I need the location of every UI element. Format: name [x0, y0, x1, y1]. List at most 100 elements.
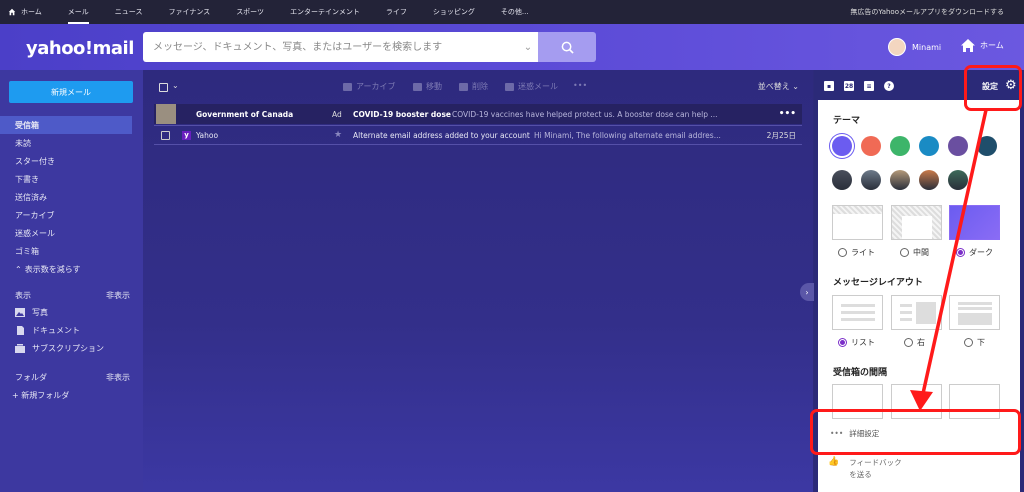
show-less-label: 表示数を減らす — [24, 264, 81, 274]
feedback-line1: フィードバック — [849, 458, 902, 467]
folders-hide-toggle[interactable]: 非表示 — [106, 372, 130, 383]
layout-right-radio[interactable]: 右 — [904, 337, 925, 348]
ad-badge: Ad — [332, 109, 342, 119]
mode-medium-radio[interactable]: 中間 — [900, 247, 929, 258]
sidebar-item-subscriptions[interactable]: サブスクリプション — [15, 343, 104, 354]
topnav-more[interactable]: その他... — [501, 0, 529, 24]
sidebar-item-archive[interactable]: アーカイブ — [0, 206, 143, 224]
mode-dark-radio[interactable]: ダーク — [956, 247, 993, 258]
theme-swatch[interactable] — [948, 136, 968, 156]
layout-right-preview[interactable] — [891, 295, 942, 330]
theme-photo-swatch[interactable] — [832, 170, 852, 190]
theme-medium-preview[interactable] — [891, 205, 942, 240]
view-section-header: 表示 非表示 — [15, 290, 130, 301]
theme-photo-swatch[interactable] — [861, 170, 881, 190]
rail-icons: ▪ 28 ≡ ? — [824, 81, 904, 91]
theme-swatch[interactable] — [861, 136, 881, 156]
view-hide-toggle[interactable]: 非表示 — [106, 290, 130, 301]
topnav-shopping[interactable]: ショッピング — [433, 0, 475, 24]
layout-list-preview[interactable] — [832, 295, 883, 330]
collapse-panel-button[interactable]: › — [800, 283, 814, 301]
topnav-news[interactable]: ニュース — [115, 0, 143, 24]
sort-button[interactable]: 並べ替え ⌄ — [758, 81, 799, 92]
help-icon[interactable]: ? — [884, 81, 894, 91]
photos-label: 写真 — [32, 308, 48, 317]
yahoo-mail-logo[interactable]: yahoo!mail — [26, 38, 134, 59]
theme-photo-swatch[interactable] — [919, 170, 939, 190]
sidebar-item-starred[interactable]: スター付き — [0, 152, 143, 170]
mail-checkbox[interactable] — [161, 131, 170, 140]
sidebar-item-unread[interactable]: 未読 — [0, 134, 143, 152]
sidebar: 新規メール 受信箱 未読 スター付き 下書き 送信済み アーカイブ 迷惑メール … — [0, 70, 143, 492]
list-item[interactable]: y Yahoo ★ Alternate email address added … — [154, 125, 802, 145]
topnav-mail[interactable]: メール — [67, 0, 89, 24]
theme-swatch[interactable] — [832, 136, 852, 156]
more-actions-button[interactable]: ••• — [573, 81, 587, 90]
compose-button[interactable]: 新規メール — [9, 81, 133, 103]
theme-swatch[interactable] — [919, 136, 939, 156]
layout-bottom-preview[interactable] — [949, 295, 1000, 330]
folder-move-icon — [413, 82, 422, 91]
move-button[interactable]: 移動 — [413, 81, 442, 92]
folder-list: 受信箱 未読 スター付き 下書き 送信済み アーカイブ 迷惑メール ゴミ箱 ⌃ 表… — [0, 116, 143, 278]
sidebar-item-documents[interactable]: ドキュメント — [15, 325, 80, 336]
sidebar-item-inbox[interactable]: 受信箱 — [0, 116, 132, 134]
ad-more-button[interactable]: ••• — [779, 109, 796, 119]
select-all-checkbox[interactable] — [159, 83, 168, 92]
topnav-finance[interactable]: ファイナンス — [168, 0, 210, 24]
spam-button[interactable]: 迷惑メール — [505, 81, 558, 92]
subscription-icon — [15, 344, 25, 353]
delete-label: 削除 — [472, 82, 488, 91]
mode-medium-label: 中間 — [913, 248, 929, 257]
mode-light-radio[interactable]: ライト — [838, 247, 875, 258]
archive-button[interactable]: アーカイブ — [343, 81, 396, 92]
archive-label: アーカイブ — [356, 82, 396, 91]
chevron-up-icon: ⌃ — [15, 264, 22, 274]
user-name: Minami — [912, 42, 942, 52]
app-download-link[interactable]: 無広告のYahooメールアプリをダウンロードする — [850, 0, 1004, 24]
topnav-sports[interactable]: スポーツ — [236, 0, 264, 24]
search-input[interactable] — [143, 33, 518, 61]
top-navigation: ホーム メール ニュース ファイナンス スポーツ エンターテインメント ライフ … — [0, 0, 1024, 24]
theme-photo-swatch[interactable] — [890, 170, 910, 190]
chevron-down-icon[interactable]: ⌄ — [518, 42, 538, 53]
theme-photo-swatch[interactable] — [948, 170, 968, 190]
theme-swatch[interactable] — [977, 136, 997, 156]
theme-dark-preview[interactable] — [949, 205, 1000, 240]
sidebar-item-spam[interactable]: 迷惑メール — [0, 224, 143, 242]
contacts-icon[interactable]: ▪ — [824, 81, 834, 91]
list-item-ad[interactable]: Government of Canada Ad COVID-19 booster… — [154, 104, 802, 124]
topnav-entertainment[interactable]: エンターテインメント — [290, 0, 360, 24]
topnav-life[interactable]: ライフ — [386, 0, 407, 24]
header: yahoo!mail ⌄ Minami ホーム — [0, 24, 1024, 70]
topnav-home[interactable]: ホーム — [8, 0, 42, 24]
mail-subject: Alternate email address added to your ac… — [353, 130, 530, 140]
select-dropdown-icon[interactable]: ⌄ — [172, 81, 179, 90]
sidebar-item-trash[interactable]: ゴミ箱 — [0, 242, 143, 260]
theme-swatch[interactable] — [890, 136, 910, 156]
sidebar-item-show-less[interactable]: ⌃ 表示数を減らす — [0, 260, 143, 278]
theme-light-preview[interactable] — [832, 205, 883, 240]
subscriptions-label: サブスクリプション — [32, 344, 104, 353]
sidebar-item-drafts[interactable]: 下書き — [0, 170, 143, 188]
feedback-line2: を送る — [849, 470, 872, 479]
layout-list-radio[interactable]: リスト — [838, 337, 875, 348]
folders-label: フォルダ — [15, 373, 47, 382]
feedback-button[interactable]: 👍 フィードバック を送る — [828, 457, 902, 481]
radio-dot — [904, 338, 913, 347]
sidebar-item-photos[interactable]: 写真 — [15, 307, 48, 318]
search-button[interactable] — [538, 32, 596, 62]
layout-bottom-radio[interactable]: 下 — [964, 337, 985, 348]
new-folder-button[interactable]: + 新規フォルダ — [12, 390, 69, 401]
home-icon — [961, 39, 975, 52]
highlight-advanced-annotation — [810, 409, 1021, 455]
mode-dark-label: ダーク — [969, 248, 993, 257]
search-box: ⌄ — [143, 32, 538, 62]
user-profile[interactable]: Minami — [888, 38, 941, 56]
calendar-icon[interactable]: 28 — [844, 81, 854, 91]
sidebar-item-sent[interactable]: 送信済み — [0, 188, 143, 206]
notepad-icon[interactable]: ≡ — [864, 81, 874, 91]
star-icon[interactable]: ★ — [334, 130, 342, 140]
home-button[interactable]: ホーム — [960, 38, 1004, 53]
delete-button[interactable]: 削除 — [459, 81, 488, 92]
